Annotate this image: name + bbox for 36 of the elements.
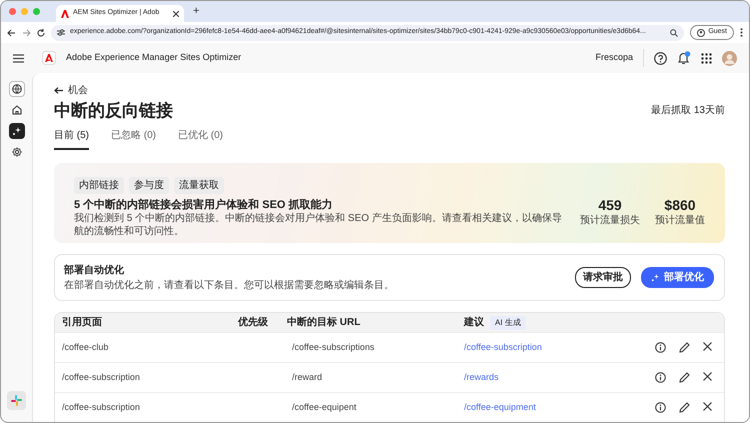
suggestion-link[interactable]: /rewards	[464, 372, 499, 382]
request-approval-button[interactable]: 请求审批	[575, 267, 631, 288]
deploy-description: 在部署自动优化之前，请查看以下条目。您可以根据需要忽略或编辑条目。	[64, 278, 395, 293]
deploy-title: 部署自动优化	[64, 264, 125, 278]
deploy-button[interactable]: 部署优化	[641, 267, 714, 288]
ai-generated-tag: AI 生成	[490, 316, 526, 330]
organization-name[interactable]: Frescopa	[595, 51, 633, 65]
suggestion-link[interactable]: /coffee-subscription	[464, 342, 542, 352]
last-crawl-time: 最后抓取 13天前	[651, 104, 725, 118]
page-title: 中断的反向链接	[54, 100, 173, 121]
app-title: Adobe Experience Manager Sites Optimizer	[66, 51, 242, 64]
column-header: 中断的目标 URL	[287, 316, 360, 330]
back-link[interactable]: 机会	[54, 83, 88, 98]
tab[interactable]: 已忽略 (0)	[111, 128, 156, 150]
table-cell: /reward	[292, 372, 322, 382]
suggestion-link[interactable]: /coffee-equipment	[464, 402, 536, 412]
tab[interactable]: 已优化 (0)	[178, 128, 223, 150]
metric-value: 459	[597, 198, 623, 214]
tab[interactable]: 目前 (5)	[54, 128, 89, 150]
tag: 流量获取	[174, 176, 224, 194]
table-cell-text: /coffee-subscription	[62, 400, 141, 414]
table-cell-text: /coffee-subscription	[62, 370, 141, 384]
summary-headline: 5 个中断的内部链接会损害用户体验和 SEO 抓取能力	[74, 198, 334, 212]
summary-description: 我们检测到 5 个中断的内部链接。中断的链接会对用户体验和 SEO 产生负面影响。请查看相关建议，以确保导航的流畅性和可访问性。	[74, 213, 563, 238]
column-header: 优先级	[238, 316, 268, 330]
table-cell: /coffee-subscriptions	[292, 342, 374, 352]
table-cell: /coffee-equipent	[292, 402, 356, 412]
tag: 内部链接	[74, 176, 124, 194]
metric-label: 预计流量损失	[580, 214, 640, 228]
tag: 参与度	[129, 176, 169, 194]
metric-value: $860	[663, 198, 697, 214]
column-header: 建议	[464, 316, 484, 330]
metric-label: 预计流量值	[655, 214, 705, 228]
table-cell-text: /coffee-club	[62, 340, 110, 354]
column-header: 引用页面	[62, 316, 102, 330]
new-tab-button[interactable]: +	[190, 6, 202, 17]
